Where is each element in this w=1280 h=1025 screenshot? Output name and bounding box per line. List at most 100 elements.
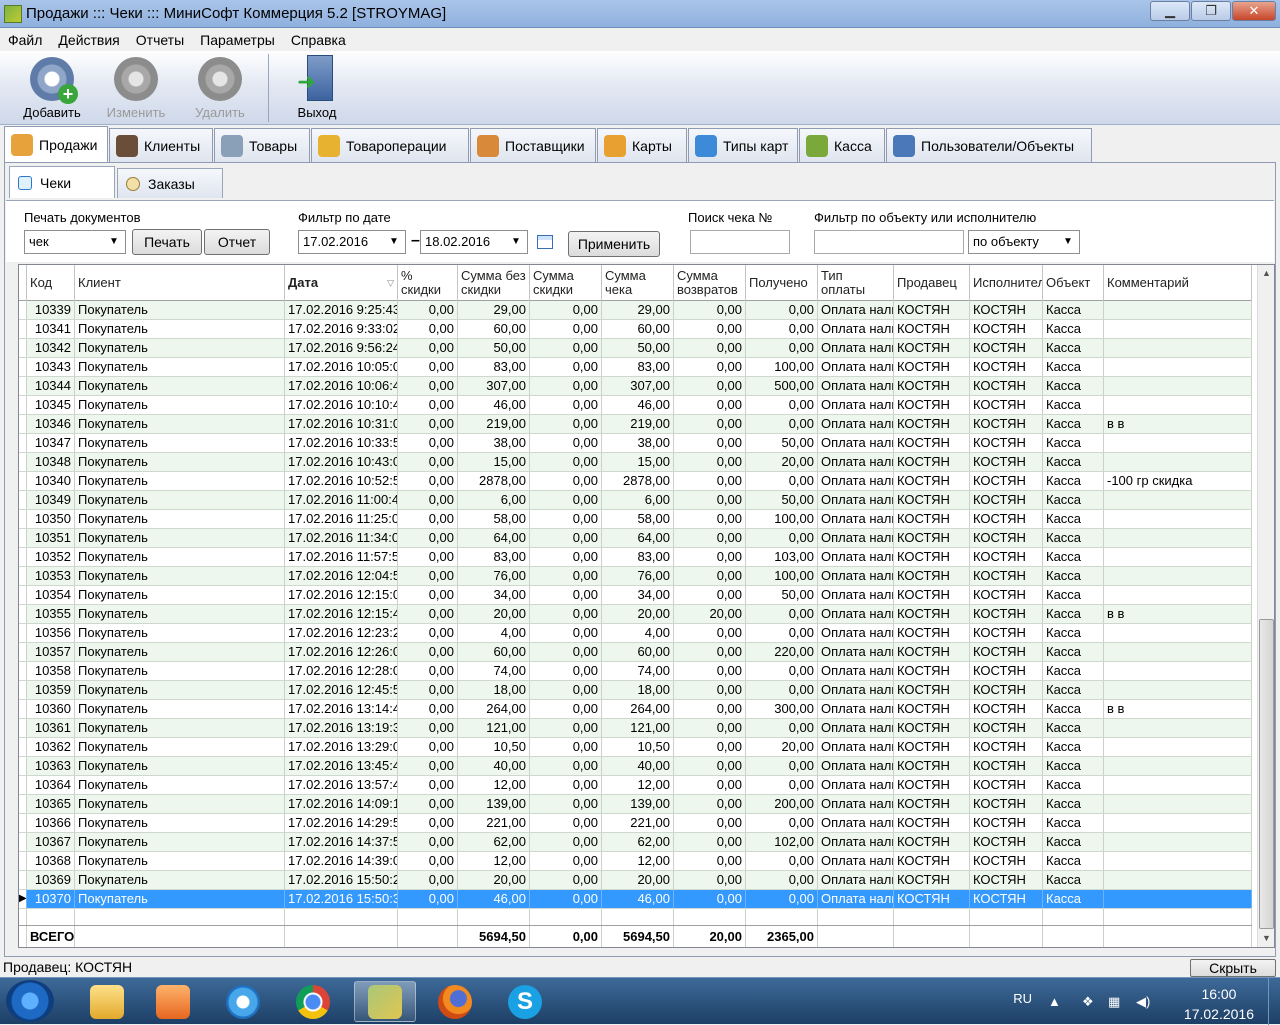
row-indicator[interactable] (19, 833, 27, 851)
table-row[interactable]: 10359 Покупатель 17.02.2016 12:45:58 0,00 18… (19, 681, 1252, 700)
row-indicator[interactable] (19, 415, 27, 433)
show-desktop-button[interactable] (1268, 978, 1280, 1025)
row-indicator[interactable] (19, 453, 27, 471)
table-row[interactable]: ▶ 10370 Покупатель 17.02.2016 15:50:34 0,00 4… (19, 890, 1252, 909)
table-row[interactable]: 10362 Покупатель 17.02.2016 13:29:07 0,00 10… (19, 738, 1252, 757)
menu-item[interactable]: Действия (50, 32, 127, 48)
tab-suppliers[interactable]: Поставщики (470, 128, 596, 162)
col-header-comment[interactable]: Комментарий (1104, 265, 1252, 301)
tab-users-objects[interactable]: Пользователи/Объекты (886, 128, 1092, 162)
table-row[interactable]: 10351 Покупатель 17.02.2016 11:34:07 0,00 64… (19, 529, 1252, 548)
row-indicator[interactable] (19, 339, 27, 357)
row-indicator[interactable] (19, 567, 27, 585)
row-indicator[interactable] (19, 662, 27, 680)
menu-item[interactable]: Параметры (192, 32, 283, 48)
table-row[interactable]: 10363 Покупатель 17.02.2016 13:45:48 0,00 40… (19, 757, 1252, 776)
row-indicator[interactable] (19, 377, 27, 395)
taskbar-skype[interactable]: S (494, 981, 556, 1022)
col-header-sum-returns[interactable]: Сумма возвратов (674, 265, 746, 301)
scroll-up-icon[interactable]: ▲ (1258, 265, 1274, 282)
col-header-seller[interactable]: Продавец (894, 265, 970, 301)
row-indicator[interactable] (19, 871, 27, 889)
row-indicator[interactable] (19, 643, 27, 661)
table-row[interactable]: 10358 Покупатель 17.02.2016 12:28:04 0,00 74… (19, 662, 1252, 681)
tab-card-types[interactable]: Типы карт (688, 128, 798, 162)
tab-sales[interactable]: Продажи (4, 126, 108, 162)
menu-item[interactable]: Отчеты (128, 32, 192, 48)
col-header-date[interactable]: Дата ▽ (285, 265, 398, 301)
col-header-sum-no-discount[interactable]: Сумма без скидки (458, 265, 530, 301)
search-receipt-input[interactable] (690, 230, 790, 254)
table-row[interactable]: 10365 Покупатель 17.02.2016 14:09:14 0,00 13… (19, 795, 1252, 814)
row-indicator[interactable] (19, 795, 27, 813)
object-filter-select[interactable]: по объекту ▼ (968, 230, 1080, 254)
table-row[interactable]: 10342 Покупатель 17.02.2016 9:56:24 0,00 50,… (19, 339, 1252, 358)
table-row[interactable]: 10344 Покупатель 17.02.2016 10:06:42 0,00 30… (19, 377, 1252, 396)
table-row[interactable]: 10364 Покупатель 17.02.2016 13:57:48 0,00 12… (19, 776, 1252, 795)
table-row[interactable]: 10354 Покупатель 17.02.2016 12:15:02 0,00 34… (19, 586, 1252, 605)
row-indicator[interactable] (19, 681, 27, 699)
minimize-button[interactable]: ▁ (1150, 1, 1190, 21)
row-indicator[interactable] (19, 472, 27, 490)
show-hidden-icons-icon[interactable]: ▲ (1048, 994, 1064, 1009)
print-select[interactable]: чек ▼ (24, 230, 126, 254)
table-row[interactable]: 10369 Покупатель 17.02.2016 15:50:22 0,00 20… (19, 871, 1252, 890)
date-to-picker[interactable]: 18.02.2016 ▼ (420, 230, 528, 254)
clock[interactable]: 16:00 17.02.2016 (1184, 984, 1254, 1024)
table-row[interactable]: 10368 Покупатель 17.02.2016 14:39:02 0,00 12… (19, 852, 1252, 871)
menu-item[interactable]: Файл (0, 32, 50, 48)
row-indicator[interactable] (19, 738, 27, 756)
apply-button[interactable]: Применить (568, 231, 660, 257)
print-button[interactable]: Печать (132, 229, 202, 255)
row-indicator[interactable] (19, 434, 27, 452)
table-row[interactable]: 10347 Покупатель 17.02.2016 10:33:58 0,00 38… (19, 434, 1252, 453)
taskbar-chrome[interactable] (282, 981, 344, 1022)
table-row[interactable]: 10346 Покупатель 17.02.2016 10:31:01 0,00 21… (19, 415, 1252, 434)
network-icon[interactable]: ▦ (1108, 994, 1124, 1009)
row-indicator[interactable] (19, 358, 27, 376)
tab-receipts[interactable]: Чеки (9, 166, 115, 198)
table-row[interactable]: 10367 Покупатель 17.02.2016 14:37:55 0,00 62… (19, 833, 1252, 852)
col-header-payment-type[interactable]: Тип оплаты (818, 265, 894, 301)
restore-button[interactable]: ❐ (1191, 1, 1231, 21)
row-indicator[interactable] (19, 586, 27, 604)
table-row[interactable]: 10355 Покупатель 17.02.2016 12:15:49 0,00 20… (19, 605, 1252, 624)
taskbar-explorer[interactable] (76, 981, 138, 1022)
table-row[interactable]: 10349 Покупатель 17.02.2016 11:00:45 0,00 6,… (19, 491, 1252, 510)
language-indicator[interactable]: RU (1013, 991, 1032, 1006)
row-indicator[interactable] (19, 548, 27, 566)
vertical-scrollbar[interactable]: ▲ ▼ (1257, 265, 1274, 947)
table-row[interactable]: 10352 Покупатель 17.02.2016 11:57:55 0,00 83… (19, 548, 1252, 567)
taskbar-media-player[interactable] (142, 981, 204, 1022)
table-row[interactable]: 10353 Покупатель 17.02.2016 12:04:50 0,00 76… (19, 567, 1252, 586)
tab-orders[interactable]: Заказы (117, 168, 223, 198)
table-row[interactable]: 10361 Покупатель 17.02.2016 13:19:33 0,00 12… (19, 719, 1252, 738)
table-row[interactable]: 10340 Покупатель 17.02.2016 10:52:50 0,00 28… (19, 472, 1252, 491)
row-indicator[interactable] (19, 605, 27, 623)
table-row[interactable]: 10341 Покупатель 17.02.2016 9:33:02 0,00 60,… (19, 320, 1252, 339)
col-header-executor[interactable]: Исполнитель (970, 265, 1043, 301)
exit-button[interactable]: ➜ Выход (275, 51, 359, 123)
start-button[interactable] (6, 980, 54, 1022)
calendar-icon[interactable] (537, 235, 553, 249)
tab-clients[interactable]: Клиенты (109, 128, 213, 162)
volume-icon[interactable]: ◀) (1136, 994, 1152, 1009)
row-indicator[interactable] (19, 757, 27, 775)
row-indicator[interactable] (19, 776, 27, 794)
add-button[interactable]: + Добавить (10, 51, 94, 123)
delete-button[interactable]: Удалить (178, 51, 262, 123)
col-header-received[interactable]: Получено (746, 265, 818, 301)
tab-goods[interactable]: Товары (214, 128, 310, 162)
row-indicator[interactable] (19, 852, 27, 870)
scroll-thumb[interactable] (1259, 619, 1274, 929)
row-indicator[interactable] (19, 510, 27, 528)
col-header-client[interactable]: Клиент (75, 265, 285, 301)
col-header-sum-check[interactable]: Сумма чека (602, 265, 674, 301)
date-from-picker[interactable]: 17.02.2016 ▼ (298, 230, 406, 254)
row-indicator[interactable] (19, 491, 27, 509)
row-indicator[interactable] (19, 719, 27, 737)
table-row[interactable]: 10360 Покупатель 17.02.2016 13:14:42 0,00 26… (19, 700, 1252, 719)
row-indicator[interactable]: ▶ (19, 890, 27, 908)
dropbox-icon[interactable]: ❖ (1082, 994, 1098, 1009)
object-filter-input[interactable] (814, 230, 964, 254)
